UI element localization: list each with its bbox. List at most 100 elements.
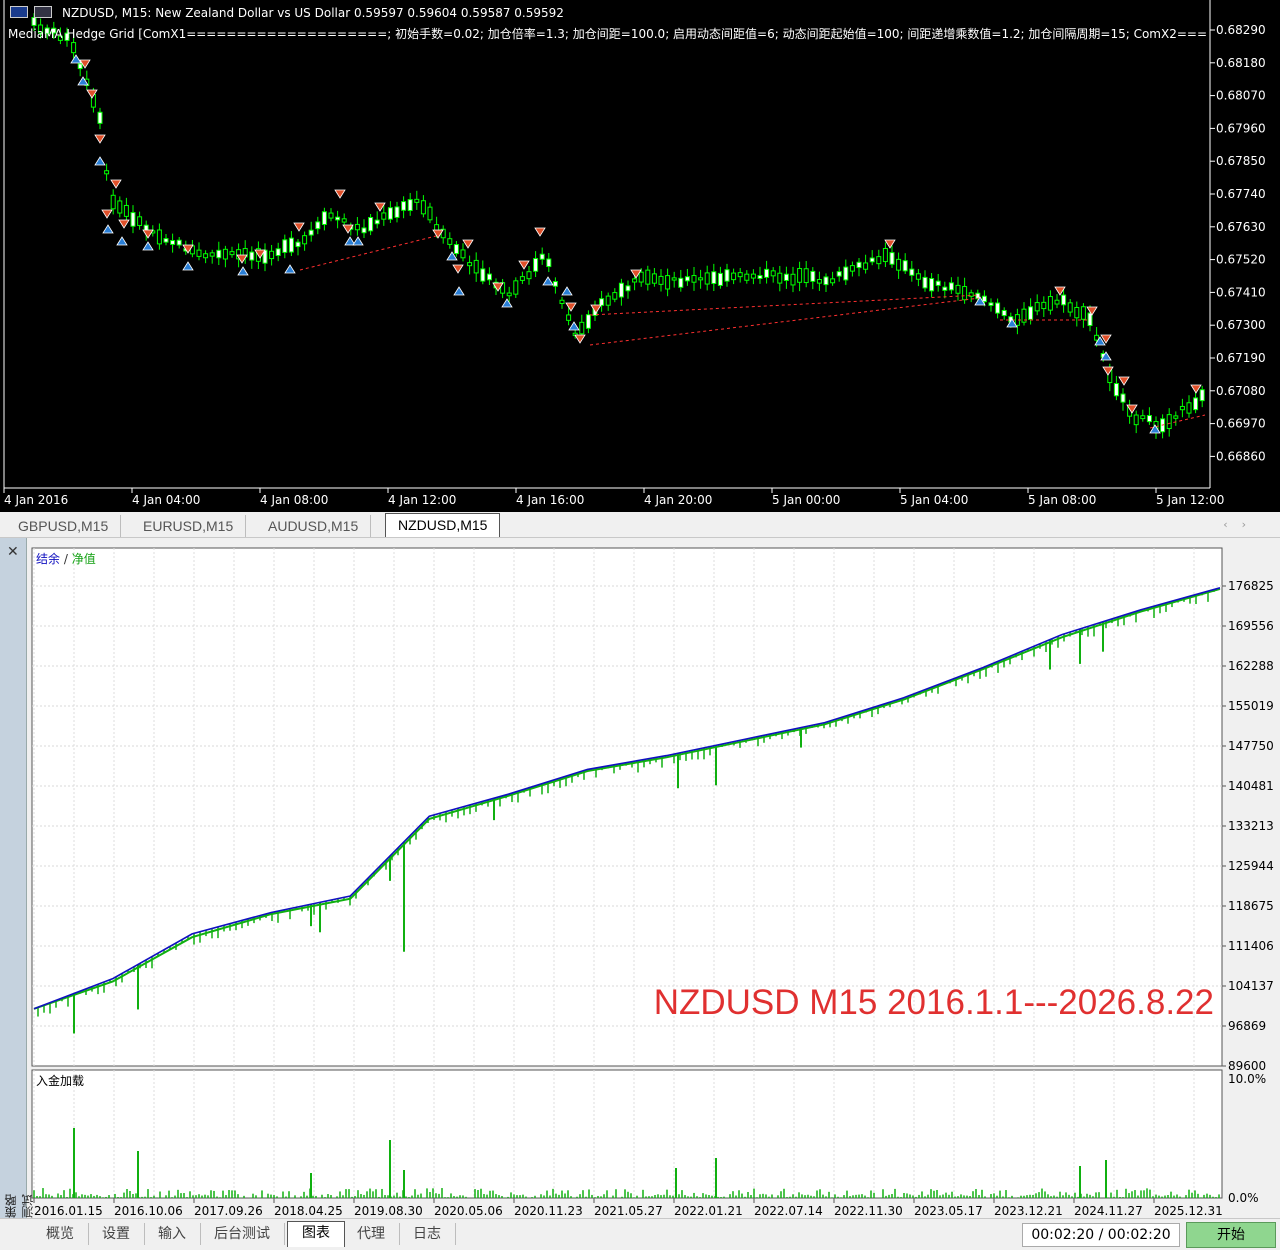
candle-body: [902, 260, 908, 272]
deposit-max-label: 10.0%: [1228, 1072, 1266, 1086]
candle-body: [922, 276, 928, 289]
candle-body: [698, 277, 704, 281]
price-chart[interactable]: 0.68290 0.68180 0.68070 0.67960 0.67850 0.677…: [0, 0, 1280, 512]
candle-body: [486, 273, 492, 281]
buy-arrow-icon: [561, 286, 573, 296]
candle-body: [414, 198, 420, 203]
y-tick-label: 147750: [1228, 739, 1274, 753]
candle-body: [882, 248, 888, 263]
start-button[interactable]: 开始: [1186, 1222, 1276, 1248]
buy-arrow-icon: [237, 266, 249, 276]
candle-body: [896, 258, 902, 271]
sell-arrow-icon: [1118, 376, 1130, 386]
tab-overview[interactable]: 概览: [32, 1223, 89, 1245]
expert-advisor-label: MediaMA Hedge Grid [ComX1===============…: [8, 27, 1208, 41]
tab-journal[interactable]: 日志: [399, 1223, 456, 1245]
y-tick-label: 104137: [1228, 979, 1274, 993]
chart-icon: [10, 6, 28, 18]
chart-window-icons: [10, 6, 52, 18]
symbol-tabs: GBPUSD,M15 EURUSD,M15 AUDUSD,M15 NZDUSD,…: [0, 512, 1280, 538]
candle-body: [104, 170, 110, 175]
time-tick-label: 4 Jan 16:00: [516, 493, 584, 507]
candle-body: [341, 218, 347, 223]
candle-body: [1146, 415, 1152, 423]
y-tick-label: 162288: [1228, 659, 1274, 673]
candle-body: [915, 273, 921, 280]
candle-body: [467, 262, 473, 267]
candle-body: [123, 204, 129, 217]
candle-body: [605, 295, 611, 306]
candle-body: [156, 229, 162, 245]
candle-body: [744, 273, 750, 281]
sell-arrow-icon: [534, 227, 546, 237]
price-tick-label: 0.67850: [1216, 154, 1266, 168]
candle-body: [552, 281, 558, 287]
tab-backtest[interactable]: 后台测试: [200, 1223, 285, 1245]
x-tick-label: 2023.05.17: [914, 1204, 983, 1218]
candle-body: [830, 278, 836, 284]
price-tick-label: 0.68180: [1216, 56, 1266, 70]
time-tick-label: 4 Jan 12:00: [388, 493, 456, 507]
tab-eurusd[interactable]: EURUSD,M15: [131, 515, 247, 537]
time-tick-label: 5 Jan 12:00: [1156, 493, 1224, 507]
chart-title: NZDUSD, M15: New Zealand Dollar vs US Do…: [62, 6, 564, 20]
candle-body: [909, 268, 915, 276]
price-tick-label: 0.67740: [1216, 187, 1266, 201]
buy-arrow-icon: [501, 298, 513, 308]
price-tick-label: 0.66860: [1216, 449, 1266, 463]
y-tick-label: 96869: [1228, 1019, 1266, 1033]
buy-arrow-icon: [102, 224, 114, 234]
tab-scroll-arrows[interactable]: ‹›: [1223, 518, 1260, 531]
tab-inputs[interactable]: 输入: [144, 1223, 201, 1245]
candle-body: [638, 271, 644, 283]
tab-agents[interactable]: 代理: [343, 1223, 400, 1245]
candle-body: [579, 321, 585, 335]
tab-audusd[interactable]: AUDUSD,M15: [256, 515, 372, 537]
deposit-plot-area: [31, 1069, 1223, 1199]
equity-x-axis: 2016.01.15 2016.10.06 2017.09.26 2018.04.25…: [33, 1198, 1223, 1218]
price-chart-canvas[interactable]: 0.68290 0.68180 0.68070 0.67960 0.67850 0.677…: [0, 0, 1280, 512]
x-tick-label: 2018.04.25: [274, 1204, 343, 1218]
equity-chart[interactable]: 176825 169556 162288 155019 147750 140481 1332…: [28, 544, 1280, 1218]
candle-body: [513, 280, 519, 295]
candle-body: [407, 199, 413, 212]
tab-settings[interactable]: 设置: [88, 1223, 145, 1245]
y-tick-label: 118675: [1228, 899, 1274, 913]
candle-body: [170, 240, 176, 245]
sell-arrow-icon: [94, 134, 106, 144]
buy-arrow-icon: [142, 241, 154, 251]
candle-body: [533, 258, 539, 272]
tab-nzdusd[interactable]: NZDUSD,M15: [385, 513, 501, 537]
x-tick-label: 2025.12.31: [1154, 1204, 1223, 1218]
watermark-text: NZDUSD M15 2016.1.1---2026.8.22: [654, 983, 1214, 1022]
y-tick-label: 155019: [1228, 699, 1274, 713]
candle-body: [539, 253, 545, 260]
candle-body: [684, 276, 690, 282]
time-tick-label: 4 Jan 08:00: [260, 493, 328, 507]
sell-arrow-icon: [884, 239, 896, 249]
candle-body: [876, 256, 882, 265]
candle-body: [737, 272, 743, 278]
close-icon[interactable]: ✕: [7, 544, 19, 560]
sell-arrow-icon: [452, 264, 464, 274]
time-tick-label: 4 Jan 04:00: [132, 493, 200, 507]
candle-body: [803, 268, 809, 284]
tab-graph[interactable]: 图表: [287, 1221, 345, 1247]
candle-body: [671, 277, 677, 281]
price-tick-label: 0.67960: [1216, 121, 1266, 135]
candle-body: [328, 212, 334, 219]
candle-body: [1034, 302, 1040, 312]
candle-body: [757, 275, 763, 280]
candle-body: [216, 249, 222, 259]
sell-arrow-icon: [293, 222, 305, 232]
time-tick-label: 5 Jan 08:00: [1028, 493, 1096, 507]
sell-arrow-icon: [565, 302, 577, 312]
candle-body: [770, 270, 776, 277]
candle-body: [995, 302, 1001, 314]
candle-body: [1173, 415, 1179, 419]
deposit-load-label: 入金加载: [36, 1073, 84, 1088]
tab-gbpusd[interactable]: GBPUSD,M15: [6, 515, 122, 537]
candles: [31, 13, 1205, 439]
candle-body: [724, 269, 730, 282]
candle-body: [269, 250, 275, 260]
